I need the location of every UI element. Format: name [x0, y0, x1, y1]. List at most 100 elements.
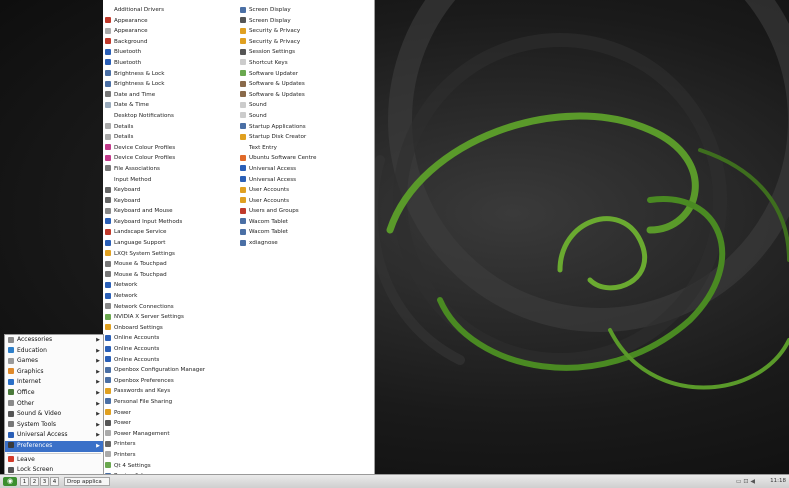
- pref-item-details[interactable]: Details: [105, 132, 238, 143]
- pref-item-software-and-updates[interactable]: Software & Updates: [240, 90, 373, 101]
- pref-item-mouse-and-touchpad[interactable]: Mouse & Touchpad: [105, 259, 238, 270]
- pref-item-label: Mouse & Touchpad: [114, 271, 167, 278]
- pref-item-ubuntu-software-centre[interactable]: Ubuntu Software Centre: [240, 153, 373, 164]
- clock[interactable]: 11:18: [758, 477, 786, 486]
- pref-item-openbox-preferences[interactable]: Openbox Preferences: [105, 376, 238, 387]
- pref-item-nvidia-x-server-settings[interactable]: NVIDIA X Server Settings: [105, 312, 238, 323]
- menu-item-label: Accessories: [17, 336, 53, 343]
- taskbar-task-item[interactable]: Drop applica: [64, 477, 110, 486]
- pref-item-mouse-and-touchpad[interactable]: Mouse & Touchpad: [105, 270, 238, 281]
- menu-item-leave[interactable]: Leave: [5, 455, 103, 466]
- pref-item-date-and-time[interactable]: Date and Time: [105, 90, 238, 101]
- pref-item-keyboard[interactable]: Keyboard: [105, 185, 238, 196]
- bluetooth-icon: [105, 59, 111, 66]
- volume-icon[interactable]: ◀: [750, 478, 755, 485]
- pref-item-desktop-notifications[interactable]: Desktop Notifications: [105, 111, 238, 122]
- pref-item-bluetooth[interactable]: Bluetooth: [105, 58, 238, 69]
- workspace-3-button[interactable]: 3: [40, 477, 49, 486]
- pref-item-wacom-tablet[interactable]: Wacom Tablet: [240, 227, 373, 238]
- workspace-1-button[interactable]: 1: [20, 477, 29, 486]
- menu-item-education[interactable]: Education ▶: [5, 346, 103, 357]
- menu-item-accessories[interactable]: Accessories ▶: [5, 335, 103, 346]
- details-icon: [105, 123, 111, 130]
- pref-item-universal-access[interactable]: Universal Access: [240, 164, 373, 175]
- pref-item-startup-applications[interactable]: Startup Applications: [240, 122, 373, 133]
- pref-item-sound[interactable]: Sound: [240, 111, 373, 122]
- network-icon: [105, 292, 111, 299]
- menu-item-internet[interactable]: Internet ▶: [5, 377, 103, 388]
- pref-item-xdiagnose[interactable]: xdiagnose: [240, 238, 373, 249]
- color-profile-icon: [105, 144, 111, 151]
- pref-item-details[interactable]: Details: [105, 122, 238, 133]
- pref-item-shortcut-keys[interactable]: Shortcut Keys: [240, 58, 373, 69]
- pref-item-device-colour-profiles[interactable]: Device Colour Profiles: [105, 153, 238, 164]
- menu-item-other[interactable]: Other ▶: [5, 399, 103, 410]
- pref-item-qt-4-settings[interactable]: Qt 4 Settings: [105, 461, 238, 472]
- menu-item-preferences[interactable]: Preferences ▶: [5, 440, 103, 452]
- pref-item-additional-drivers[interactable]: Additional Drivers: [105, 5, 238, 16]
- pref-item-lxqt-system-settings[interactable]: LXQt System Settings: [105, 249, 238, 260]
- pref-item-power[interactable]: Power: [105, 408, 238, 419]
- pref-item-bluetooth[interactable]: Bluetooth: [105, 47, 238, 58]
- pref-item-users-and-groups[interactable]: Users and Groups: [240, 206, 373, 217]
- menu-item-system-tools[interactable]: System Tools ▶: [5, 420, 103, 431]
- pref-item-appearance[interactable]: Appearance: [105, 16, 238, 27]
- pref-item-openbox-configuration-manager[interactable]: Openbox Configuration Manager: [105, 365, 238, 376]
- pref-item-brightness-and-lock[interactable]: Brightness & Lock: [105, 69, 238, 80]
- pref-item-wacom-tablet[interactable]: Wacom Tablet: [240, 217, 373, 228]
- pref-item-universal-access[interactable]: Universal Access: [240, 175, 373, 186]
- pref-item-onboard-settings[interactable]: Onboard Settings: [105, 323, 238, 334]
- pref-item-software-and-updates[interactable]: Software & Updates: [240, 79, 373, 90]
- menu-item-label: Games: [17, 357, 38, 365]
- workspace-2-button[interactable]: 2: [30, 477, 39, 486]
- menu-item-office[interactable]: Office ▶: [5, 388, 103, 399]
- pref-item-input-method[interactable]: Input Method: [105, 175, 238, 186]
- pref-item-security-and-privacy[interactable]: Security & Privacy: [240, 26, 373, 37]
- pref-item-startup-disk-creator[interactable]: Startup Disk Creator: [240, 132, 373, 143]
- pref-item-text-entry[interactable]: Text Entry: [240, 143, 373, 154]
- menu-item-graphics[interactable]: Graphics ▶: [5, 367, 103, 378]
- pref-item-screen-display[interactable]: Screen Display: [240, 16, 373, 27]
- pref-item-keyboard-and-mouse[interactable]: Keyboard and Mouse: [105, 206, 238, 217]
- pref-item-background[interactable]: Background: [105, 37, 238, 48]
- pref-item-passwords-and-keys[interactable]: Passwords and Keys: [105, 386, 238, 397]
- menu-item-lock-screen[interactable]: Lock Screen: [5, 465, 103, 474]
- pref-item-device-colour-profiles[interactable]: Device Colour Profiles: [105, 143, 238, 154]
- pref-item-power-management[interactable]: Power Management: [105, 429, 238, 440]
- pref-item-printers[interactable]: Printers: [105, 450, 238, 461]
- pref-item-sound[interactable]: Sound: [240, 100, 373, 111]
- pref-item-date-and-time[interactable]: Date & Time: [105, 100, 238, 111]
- pref-item-online-accounts[interactable]: Online Accounts: [105, 344, 238, 355]
- pref-item-file-associations[interactable]: File Associations: [105, 164, 238, 175]
- pref-item-appearance[interactable]: Appearance: [105, 26, 238, 37]
- menu-item-universal-access[interactable]: Universal Access ▶: [5, 430, 103, 441]
- pref-item-printers[interactable]: Printers: [105, 439, 238, 450]
- pref-item-session-settings[interactable]: Session Settings: [240, 47, 373, 58]
- pref-item-language-support[interactable]: Language Support: [105, 238, 238, 249]
- menu-item-games[interactable]: Games ▶: [5, 356, 103, 367]
- pref-item-user-accounts[interactable]: User Accounts: [240, 185, 373, 196]
- pref-item-security-and-privacy[interactable]: Security & Privacy: [240, 37, 373, 48]
- pref-item-screen-display[interactable]: Screen Display: [240, 5, 373, 16]
- user-accounts-icon: [240, 197, 246, 204]
- input-method-icon: [105, 176, 111, 182]
- pref-item-keyboard-input-methods[interactable]: Keyboard Input Methods: [105, 217, 238, 228]
- start-menu-button[interactable]: ◉: [3, 477, 17, 486]
- pref-item-brightness-and-lock[interactable]: Brightness & Lock: [105, 79, 238, 90]
- pref-item-keyboard[interactable]: Keyboard: [105, 196, 238, 207]
- menu-item-sound-and-video[interactable]: Sound & Video ▶: [5, 409, 103, 420]
- pref-item-user-accounts[interactable]: User Accounts: [240, 196, 373, 207]
- pref-item-network[interactable]: Network: [105, 291, 238, 302]
- workspace-4-button[interactable]: 4: [50, 477, 59, 486]
- pref-item-network-connections[interactable]: Network Connections: [105, 302, 238, 313]
- pref-item-online-accounts[interactable]: Online Accounts: [105, 355, 238, 366]
- pref-item-personal-file-sharing[interactable]: Personal File Sharing: [105, 397, 238, 408]
- pref-item-online-accounts[interactable]: Online Accounts: [105, 333, 238, 344]
- pref-item-network[interactable]: Network: [105, 280, 238, 291]
- pref-item-power[interactable]: Power: [105, 418, 238, 429]
- network-tray-icon[interactable]: ⊡: [743, 478, 748, 485]
- details-icon: [105, 133, 111, 140]
- pref-item-software-updater[interactable]: Software Updater: [240, 69, 373, 80]
- pref-item-landscape-service[interactable]: Landscape Service: [105, 227, 238, 238]
- battery-icon[interactable]: ▭: [736, 478, 742, 485]
